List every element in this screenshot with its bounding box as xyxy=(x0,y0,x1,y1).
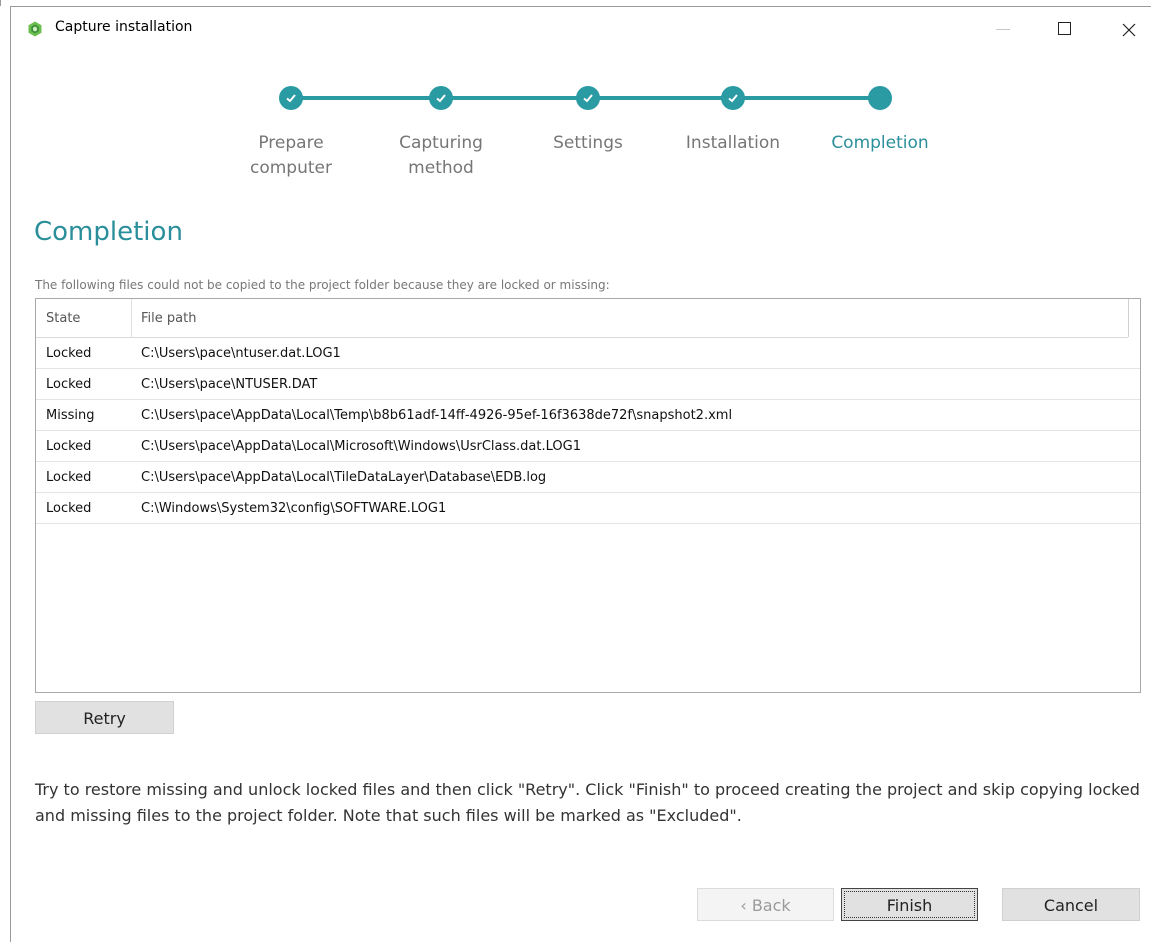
row-file-path: C:\Users\pace\NTUSER.DAT xyxy=(141,377,318,392)
column-header-file-path[interactable]: File path xyxy=(141,311,196,326)
step-label-capturing-method: Capturing method xyxy=(376,131,506,181)
row-state: Locked xyxy=(46,377,92,392)
row-state: Missing xyxy=(46,408,95,423)
step-label-settings: Settings xyxy=(523,131,653,156)
step-label-prepare-computer: Prepare computer xyxy=(226,131,356,181)
row-state: Locked xyxy=(46,501,92,516)
column-divider[interactable] xyxy=(1128,299,1129,337)
row-file-path: C:\Windows\System32\config\SOFTWARE.LOG1 xyxy=(141,501,447,516)
step-label-line: Installation xyxy=(685,133,781,153)
step-5-active-icon xyxy=(868,86,892,110)
step-2-done-icon xyxy=(429,86,453,110)
step-label-line: method xyxy=(408,158,474,178)
step-4-done-icon xyxy=(721,86,745,110)
step-label-line: computer xyxy=(250,158,332,178)
window-title: Capture installation xyxy=(55,19,193,35)
row-file-path: C:\Users\pace\AppData\Local\TileDataLaye… xyxy=(141,470,547,485)
step-label-line: Capturing xyxy=(399,133,483,153)
step-label-line: Completion xyxy=(831,133,929,153)
cancel-button[interactable]: Cancel xyxy=(1002,888,1140,921)
minimize-button[interactable] xyxy=(979,7,1025,51)
maximize-button[interactable] xyxy=(1042,7,1088,51)
retry-button[interactable]: Retry xyxy=(35,701,174,734)
intro-text: The following files could not be copied … xyxy=(35,278,610,292)
step-label-line: Prepare xyxy=(258,133,324,153)
help-note: Try to restore missing and unlock locked… xyxy=(35,780,1140,825)
table-row[interactable]: Locked C:\Users\pace\AppData\Local\TileD… xyxy=(36,462,1140,493)
row-state: Locked xyxy=(46,346,92,361)
close-button[interactable] xyxy=(1106,7,1151,51)
step-label-line: Settings xyxy=(553,133,623,153)
focus-rectangle xyxy=(844,891,975,918)
finish-button[interactable]: Finish xyxy=(841,888,978,921)
step-label-installation: Installation xyxy=(668,131,798,156)
step-label-completion: Completion xyxy=(815,131,945,156)
table-header: State File path xyxy=(36,299,1129,338)
table-row[interactable]: Missing C:\Users\pace\AppData\Local\Temp… xyxy=(36,400,1140,431)
window-corner xyxy=(0,0,10,6)
row-state: Locked xyxy=(46,439,92,454)
capture-installation-window: Capture installation Prepare computer Ca… xyxy=(10,6,1151,942)
step-1-done-icon xyxy=(279,86,303,110)
maximize-icon xyxy=(1058,22,1071,35)
table-row[interactable]: Locked C:\Users\pace\NTUSER.DAT xyxy=(36,369,1140,400)
title-bar[interactable]: Capture installation xyxy=(11,7,1151,51)
row-file-path: C:\Users\pace\AppData\Local\Temp\b8b61ad… xyxy=(141,408,733,423)
table-row[interactable]: Locked C:\Windows\System32\config\SOFTWA… xyxy=(36,493,1140,524)
close-icon xyxy=(1122,22,1136,41)
column-header-state[interactable]: State xyxy=(46,311,80,326)
row-file-path: C:\Users\pace\AppData\Local\Microsoft\Wi… xyxy=(141,439,581,454)
page-title: Completion xyxy=(34,217,183,247)
app-logo-icon xyxy=(27,21,43,37)
minimize-icon xyxy=(996,29,1010,30)
row-file-path: C:\Users\pace\ntuser.dat.LOG1 xyxy=(141,346,341,361)
row-state: Locked xyxy=(46,470,92,485)
step-3-done-icon xyxy=(576,86,600,110)
back-button[interactable]: ‹ Back xyxy=(697,888,834,921)
table-row[interactable]: Locked C:\Users\pace\ntuser.dat.LOG1 xyxy=(36,338,1140,369)
table-row[interactable]: Locked C:\Users\pace\AppData\Local\Micro… xyxy=(36,431,1140,462)
locked-files-table[interactable]: State File path Locked C:\Users\pace\ntu… xyxy=(35,298,1141,693)
column-divider[interactable] xyxy=(131,299,132,337)
